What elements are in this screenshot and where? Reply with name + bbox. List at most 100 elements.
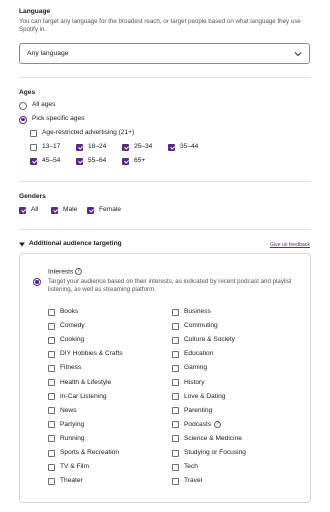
checkbox[interactable] (168, 143, 175, 151)
checkbox[interactable] (172, 463, 179, 471)
interests-heading-row: Interests? (48, 268, 83, 276)
checkbox[interactable] (48, 463, 55, 471)
divider (19, 77, 311, 78)
checkbox[interactable] (48, 364, 55, 372)
checkbox-label: Books (60, 308, 79, 315)
checkbox[interactable] (48, 435, 55, 443)
checkbox-label: Tech (184, 463, 198, 471)
checkbox-label: 25–34 (134, 143, 153, 150)
additional-targeting-heading: Additional audience targeting (29, 240, 122, 247)
checkbox-label: Business (184, 308, 211, 315)
checkbox-label: Running (60, 434, 85, 442)
checkbox-label: Fitness (60, 364, 82, 372)
interests-description: Target your audience based on their inte… (48, 278, 292, 294)
language-select-value: Any language (27, 50, 69, 57)
checkbox-label: Partying (60, 420, 85, 428)
additional-targeting-toggle[interactable]: Additional audience targeting (19, 240, 179, 249)
checkbox[interactable] (30, 129, 37, 137)
checkbox[interactable] (76, 157, 83, 165)
checkbox-label: Comedy (60, 322, 85, 330)
checkbox-label: Sports & Recreation (60, 449, 120, 456)
checkbox[interactable] (76, 143, 83, 151)
checkbox[interactable] (172, 449, 179, 457)
checkbox-label: History (184, 378, 205, 386)
checkbox[interactable] (172, 350, 179, 358)
checkbox-label: 18–24 (88, 143, 107, 150)
checkbox-label: Education (184, 350, 214, 358)
checkbox-label: Male (63, 206, 78, 213)
age-restricted-checkbox[interactable]: Age-restricted advertising (21+) (30, 129, 150, 138)
checkbox[interactable] (122, 157, 129, 165)
checkbox[interactable] (172, 308, 179, 316)
checkbox-label: In-Car Listening (60, 392, 107, 400)
interests-heading: Interests (48, 268, 74, 276)
checkbox[interactable] (48, 350, 55, 358)
give-feedback-link[interactable]: Give us feedback (270, 242, 310, 248)
checkbox-label: Health & Lifestyle (60, 378, 112, 386)
caret-down-icon (19, 242, 25, 246)
checkbox[interactable] (172, 393, 179, 401)
checkbox-label: Parenting (184, 406, 213, 414)
radio-button[interactable] (19, 101, 27, 110)
genders-heading: Genders (19, 193, 46, 200)
checkbox-label: 45–54 (42, 157, 61, 164)
checkbox[interactable] (87, 206, 94, 214)
language-heading: Language (19, 8, 51, 15)
checkbox-label: Commuting (184, 322, 218, 330)
checkbox[interactable] (19, 206, 26, 214)
interests-radio[interactable] (33, 278, 41, 286)
checkbox-label: Culture & Society (184, 336, 235, 344)
checkbox-label: Love & Dating (184, 392, 226, 400)
checkbox[interactable] (48, 449, 55, 457)
checkbox[interactable] (172, 364, 179, 372)
checkbox[interactable] (51, 206, 58, 214)
checkbox-label: 13–17 (42, 143, 61, 150)
checkbox-label: 55–64 (88, 157, 107, 164)
checkbox-label: Theater (60, 477, 83, 485)
divider (19, 181, 311, 182)
checkbox[interactable] (172, 336, 179, 344)
checkbox-label: Podcasts (184, 420, 212, 428)
checkbox-label: Cooking (60, 336, 85, 344)
checkbox[interactable] (48, 407, 55, 415)
checkbox[interactable] (122, 143, 129, 151)
checkbox[interactable] (172, 379, 179, 386)
checkbox-label: News (60, 406, 77, 414)
checkbox-label: Female (99, 206, 121, 213)
checkbox-label: TV & Film (60, 463, 89, 471)
checkbox[interactable] (48, 308, 55, 316)
checkbox-label: Science & Medicine (184, 434, 242, 442)
radio-label: Pick specific ages (32, 115, 85, 122)
checkbox[interactable] (172, 407, 179, 415)
radio-label: All ages (32, 101, 56, 108)
checkbox[interactable] (172, 421, 179, 429)
radio-pick-specific-ages[interactable]: Pick specific ages (19, 115, 109, 124)
checkbox[interactable] (30, 143, 37, 151)
chevron-down-icon (294, 52, 302, 57)
ages-heading: Ages (19, 89, 36, 96)
checkbox[interactable] (30, 157, 37, 165)
checkbox[interactable] (172, 477, 179, 485)
checkbox-label: Studying or Focusing (184, 449, 246, 456)
checkbox[interactable] (48, 336, 55, 344)
checkbox-label: DIY Hobbies & Crafts (60, 350, 123, 358)
radio-all-ages[interactable]: All ages (19, 101, 109, 110)
language-select[interactable]: Any language (19, 43, 310, 64)
checkbox[interactable] (48, 393, 55, 401)
checkbox-label: Travel (184, 477, 203, 485)
info-circle-icon[interactable]: ? (75, 268, 83, 275)
checkbox[interactable] (172, 435, 179, 443)
checkbox-label: Age-restricted advertising (21+) (42, 129, 135, 136)
checkbox[interactable] (48, 477, 55, 485)
checkbox-label: 65+ (134, 157, 146, 164)
radio-button[interactable] (19, 115, 27, 124)
checkbox[interactable] (172, 322, 179, 330)
checkbox[interactable] (48, 421, 55, 429)
language-description: You can target any language for the broa… (19, 18, 301, 34)
checkbox[interactable] (48, 322, 55, 330)
checkbox[interactable] (48, 379, 55, 386)
divider (19, 229, 311, 230)
checkbox-label: All (31, 206, 39, 213)
checkbox-label: 35–44 (180, 143, 199, 150)
checkbox-label: Gaming (184, 364, 208, 372)
